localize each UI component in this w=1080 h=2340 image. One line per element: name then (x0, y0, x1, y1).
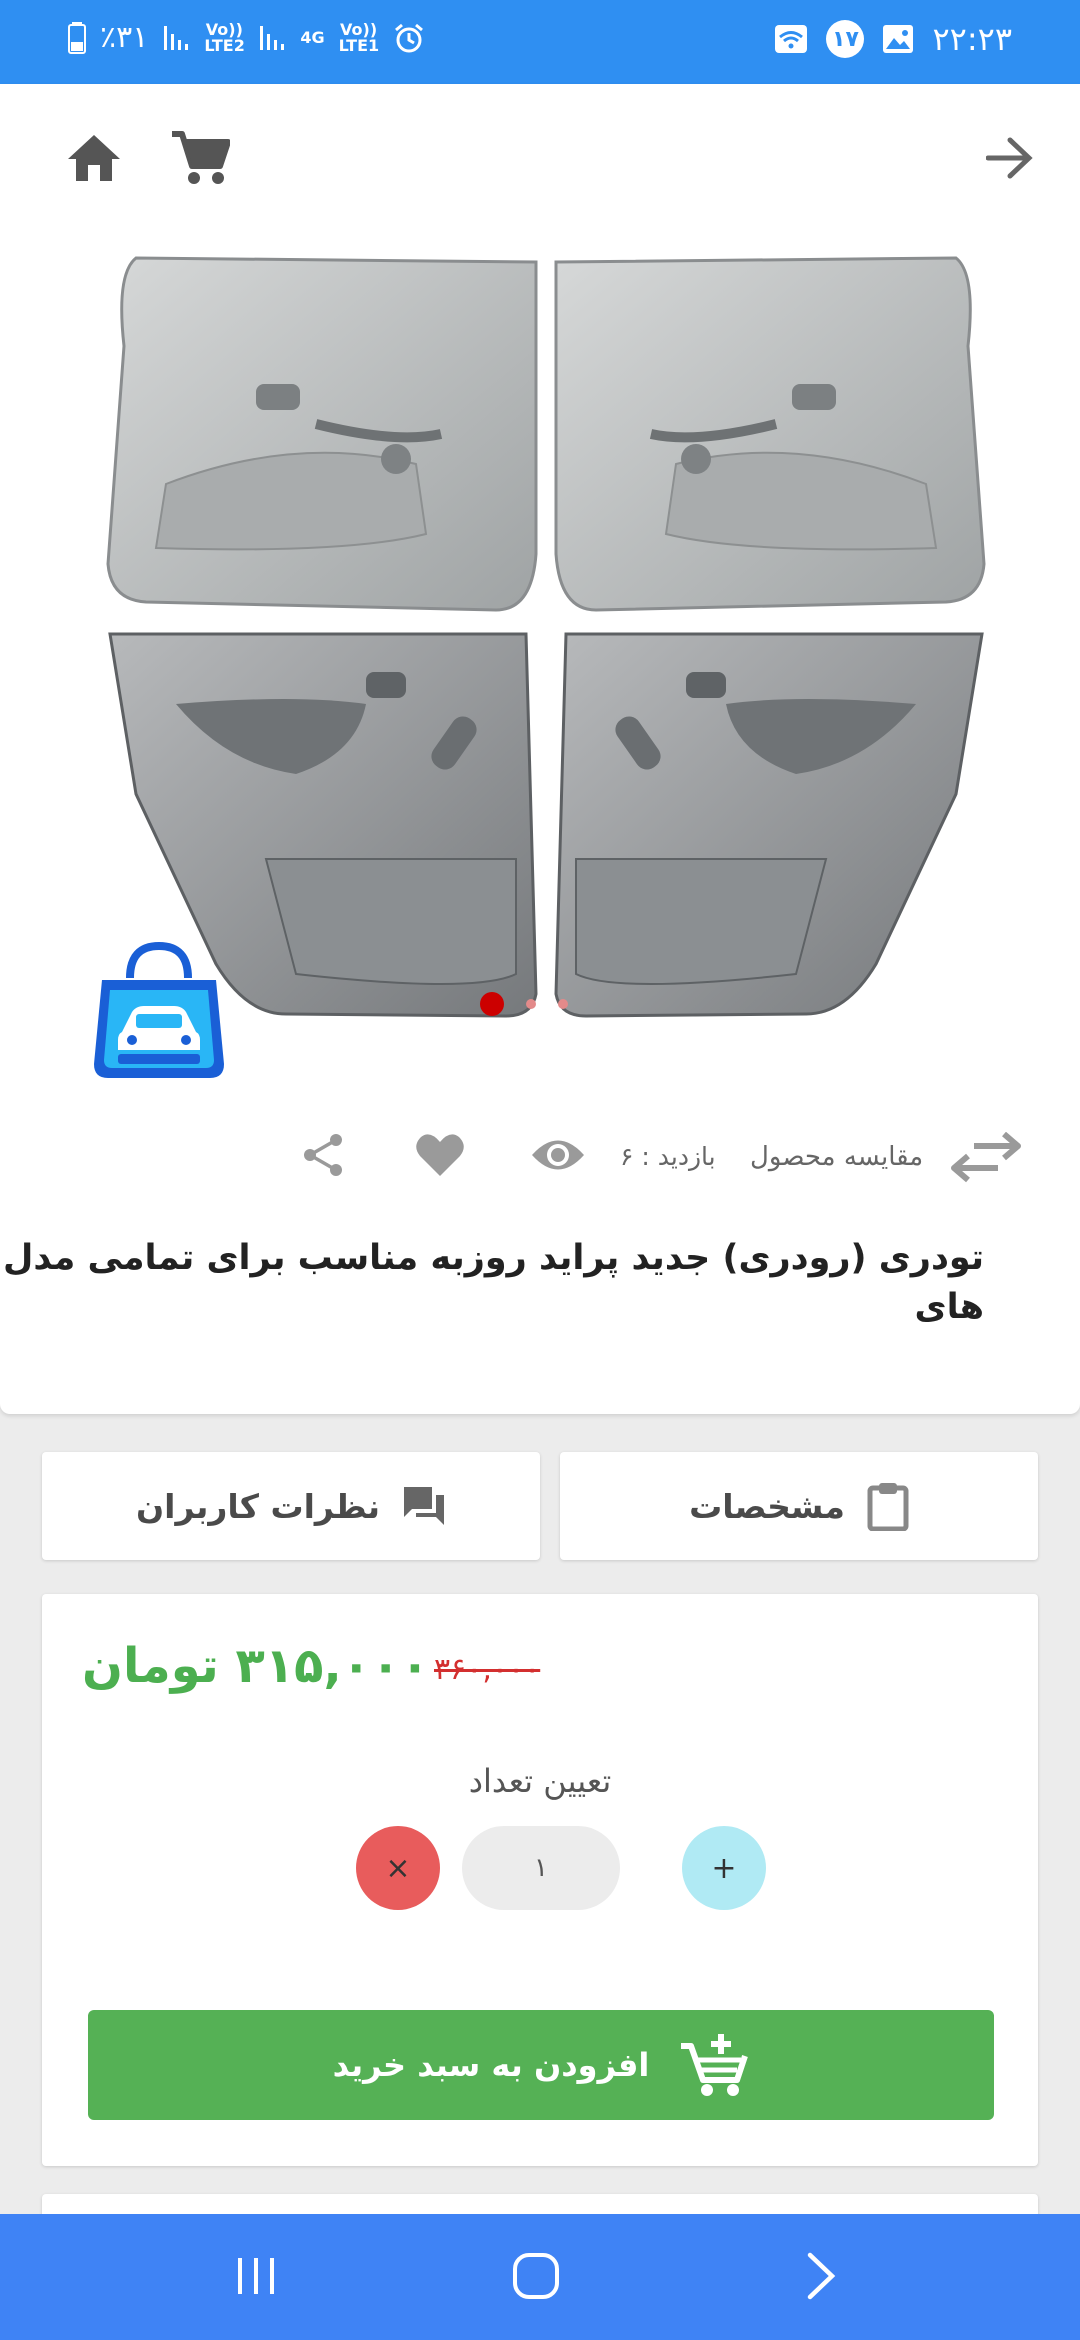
increase-quantity-button[interactable]: + (682, 1826, 766, 1910)
clipboard-icon (867, 1483, 909, 1531)
plus-icon: + (711, 1850, 737, 1886)
clock: ۲۲:۲۳ (932, 20, 1012, 58)
status-right: ۱۷ ۲۲:۲۳ (774, 20, 1012, 58)
system-navigation-bar (0, 2214, 1080, 2340)
add-to-cart-label: افزودن به سبد خرید (332, 2046, 650, 2084)
carousel-indicators (480, 992, 568, 1016)
alarm-icon (394, 23, 423, 52)
cart-icon (172, 131, 230, 184)
tab-user-comments[interactable]: نظرات کاربران (42, 1452, 540, 1560)
home-nav-button[interactable] (506, 2246, 566, 2306)
cart-button[interactable] (164, 126, 236, 190)
door-panels-image (106, 256, 986, 1018)
shop-logo (88, 940, 230, 1082)
heart-icon (416, 1134, 464, 1176)
compare-icon (951, 1131, 1021, 1183)
old-price: ۳۶۰,۰۰۰ (434, 1652, 541, 1687)
notification-badge: ۱۷ (826, 20, 865, 58)
product-card: بازدید : ۶ مقایسه محصول تودری (رودری) جد… (0, 84, 1080, 1414)
product-actions: بازدید : ۶ مقایسه محصول (290, 1124, 1021, 1194)
carousel-dot-1[interactable] (480, 992, 504, 1016)
gallery-icon (883, 25, 914, 53)
visit-count: بازدید : ۶ (620, 1142, 716, 1171)
home-icon (68, 135, 120, 181)
carousel-dot-3[interactable] (558, 999, 568, 1009)
chat-icon (404, 1487, 444, 1525)
wifi-icon (775, 25, 808, 53)
chevron-right-icon (807, 2252, 836, 2300)
signal-icon (164, 25, 189, 50)
share-icon (304, 1134, 342, 1176)
network-type: 4G (300, 27, 325, 47)
current-price: ۳۱۵,۰۰۰ تومان (82, 1638, 430, 1694)
add-to-cart-button[interactable]: افزودن به سبد خرید (88, 2010, 994, 2120)
favorite-button[interactable] (415, 1132, 465, 1182)
sim2-label: Vo)) LTE1 (338, 19, 380, 55)
recent-apps-icon (238, 2258, 274, 2294)
home-circle-icon (513, 2253, 559, 2299)
product-title: تودری (رودری) جدید پراید روزبه مناسب برا… (3, 1238, 984, 1327)
purchase-card: ۳۱۵,۰۰۰ تومان ۳۶۰,۰۰۰ تعیین تعداد × ۱ + … (42, 1594, 1038, 2166)
status-left: ٪۳۱ Vo)) LTE2 4G Vo)) LTE1 (68, 20, 425, 55)
quantity-field[interactable]: ۱ (462, 1826, 620, 1910)
tab-specifications[interactable]: مشخصات (560, 1452, 1038, 1560)
back-nav-button[interactable] (790, 2246, 850, 2306)
compare-button[interactable] (950, 1131, 1022, 1188)
share-button[interactable] (300, 1132, 346, 1182)
signal-icon-2 (260, 25, 285, 50)
views-indicator (530, 1132, 586, 1182)
eye-icon (532, 1140, 584, 1170)
arrow-forward-icon (986, 137, 1033, 179)
carousel-dot-2[interactable] (526, 999, 536, 1009)
recent-apps-button[interactable] (226, 2246, 286, 2306)
add-cart-icon (681, 2034, 749, 2096)
home-button[interactable] (62, 126, 126, 190)
quantity-stepper: × ۱ + (356, 1826, 766, 1910)
close-icon: × (385, 1850, 411, 1886)
shopping-bag-car-icon (94, 941, 224, 1078)
back-button[interactable] (978, 126, 1042, 190)
product-image[interactable] (96, 234, 996, 1034)
tab-user-comments-label: نظرات کاربران (135, 1486, 380, 1526)
battery-percent: ٪۳۱ (100, 20, 149, 55)
remove-quantity-button[interactable]: × (356, 1826, 440, 1910)
battery-icon (68, 21, 86, 54)
status-bar: ٪۳۱ Vo)) LTE2 4G Vo)) LTE1 ۱۷ ۲۲:۲۳ (0, 0, 1080, 84)
compare-label[interactable]: مقایسه محصول (750, 1142, 923, 1172)
tab-specifications-label: مشخصات (689, 1486, 845, 1526)
sim1-label: Vo)) LTE2 (204, 19, 245, 55)
quantity-label: تعیین تعداد (468, 1762, 612, 1800)
